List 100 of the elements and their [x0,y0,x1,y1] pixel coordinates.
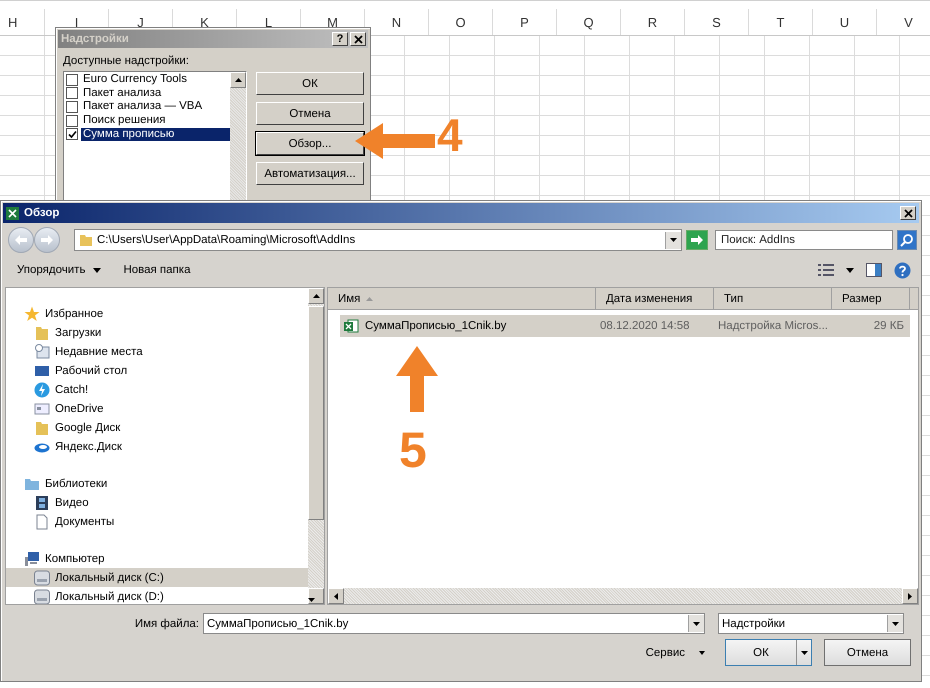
window-title: Обзор [24,207,60,219]
nav-item[interactable]: Недавние места [6,342,308,361]
sort-icon [366,296,374,300]
down-arrow-icon [308,598,314,602]
dropdown-button[interactable] [887,615,903,632]
organize-button[interactable]: Упорядочить [11,262,108,278]
scroll-up-button[interactable] [230,72,246,88]
drive-icon [34,588,50,604]
column-header[interactable]: U [813,9,877,35]
up-arrow-icon [312,294,320,298]
addin-item[interactable]: Поиск решения [81,114,230,128]
document-icon [34,514,50,530]
file-name-label: Имя файла: [134,618,199,630]
address-bar[interactable]: C:\Users\User\AppData\Roaming\Microsoft\AddIns [74,229,682,251]
nav-item[interactable]: Загрузки [6,323,308,342]
folder-icon [34,420,50,436]
annotation-number: 4 [437,112,463,158]
caret-icon [693,622,700,626]
onedrive-icon [34,400,50,416]
addin-item[interactable]: Euro Currency Tools [81,73,230,86]
column-header[interactable]: Q [557,9,621,35]
scroll-down-button[interactable] [308,588,324,604]
addin-item[interactable]: Пакет анализа — VBA [81,100,230,114]
checkbox[interactable] [66,114,78,127]
excel-icon [6,206,19,220]
column-header[interactable]: S [685,9,749,35]
scroll-thumb[interactable] [308,306,324,520]
folder-icon [79,233,93,247]
search-field[interactable]: Поиск: AddIns [715,230,893,250]
catch-icon [34,382,50,398]
nav-item[interactable]: Компьютер [6,549,308,568]
scrollbar[interactable] [328,588,918,604]
dropdown-button[interactable] [665,232,681,248]
arrow-icon [691,235,703,245]
checkbox[interactable] [66,128,78,140]
dialog-button[interactable]: Автоматизация... [256,162,364,185]
file-type-dropdown[interactable]: Надстройки [718,613,904,634]
nav-item[interactable]: Catch! [6,380,308,399]
close-button[interactable] [350,32,366,46]
addin-item[interactable]: Сумма прописью [81,128,230,141]
nav-item[interactable]: Локальный диск (C:) [6,568,308,587]
column-header[interactable]: Размер [832,288,910,309]
dialog-button[interactable]: Отмена [824,639,911,666]
scroll-up-button[interactable] [308,288,324,304]
dialog-button[interactable]: ОК [256,72,364,95]
file-name-field[interactable]: СуммаПрописью_1Cnik.by [203,613,705,634]
column-header[interactable]: Имя [328,288,596,309]
file-date: 08.12.2020 14:58 [599,320,691,332]
scrollbar[interactable] [308,288,324,604]
scroll-right-button[interactable] [902,588,918,604]
dialog-button[interactable]: ОК [725,639,812,666]
folder-icon [34,324,50,340]
nav-item[interactable]: Google Диск [6,418,308,437]
caret-icon [670,238,677,242]
checkbox[interactable] [66,87,78,100]
preview-pane-icon[interactable] [866,263,882,277]
nav-item[interactable]: Яндекс.Диск [6,437,308,456]
caret-icon [800,650,808,654]
dialog-button[interactable]: Отмена [256,102,364,125]
close-button[interactable] [900,206,916,220]
column-header[interactable]: P [493,9,557,35]
help-button[interactable]: ? [332,32,348,46]
column-header[interactable]: R [621,9,685,35]
column-header[interactable]: Дата изменения [596,288,714,309]
dialog-button[interactable]: Обзор... [256,132,364,155]
nav-item[interactable]: Локальный диск (D:) [6,587,308,604]
checkbox[interactable] [66,74,78,86]
file-name: СуммаПрописью_1Cnik.by [365,320,506,332]
search-icon [900,233,914,247]
caret-icon [892,622,899,626]
dropdown-button[interactable] [688,615,704,632]
column-header[interactable]: O [429,9,493,35]
computer-icon [24,550,40,566]
search-button[interactable] [897,230,917,250]
left-arrow-icon [334,592,338,600]
nav-item[interactable]: Избранное [6,304,308,323]
list-label: Доступные надстройки: [63,55,190,67]
go-button[interactable] [686,230,708,250]
checkbox[interactable] [66,100,78,113]
file-row[interactable]: СуммаПрописью_1Cnik.by 08.12.2020 14:58 Надстройка Micros... 29 КБ [340,315,910,337]
column-header[interactable]: V [877,9,930,35]
column-header[interactable]: Тип [714,288,832,309]
nav-item[interactable]: Библиотеки [6,474,308,493]
nav-item[interactable]: Видео [6,493,308,512]
new-folder-button[interactable]: Новая папка [117,262,196,278]
file-size: 29 КБ [872,320,905,332]
file-type: Надстройка Micros... [717,320,829,332]
forward-arrow-icon [41,235,53,245]
addin-item[interactable]: Пакет анализа [81,86,230,100]
back-arrow-icon [15,235,27,245]
column-header[interactable]: H [0,9,45,35]
nav-item[interactable]: Рабочий стол [6,361,308,380]
help-icon[interactable] [894,262,911,278]
scroll-left-button[interactable] [328,588,344,604]
caret-icon[interactable] [846,268,854,272]
nav-item[interactable]: OneDrive [6,399,308,418]
view-icon[interactable] [818,263,834,277]
nav-item[interactable]: Документы [6,512,308,531]
tools-button[interactable]: Сервис [640,646,711,660]
column-header[interactable]: T [749,9,813,35]
